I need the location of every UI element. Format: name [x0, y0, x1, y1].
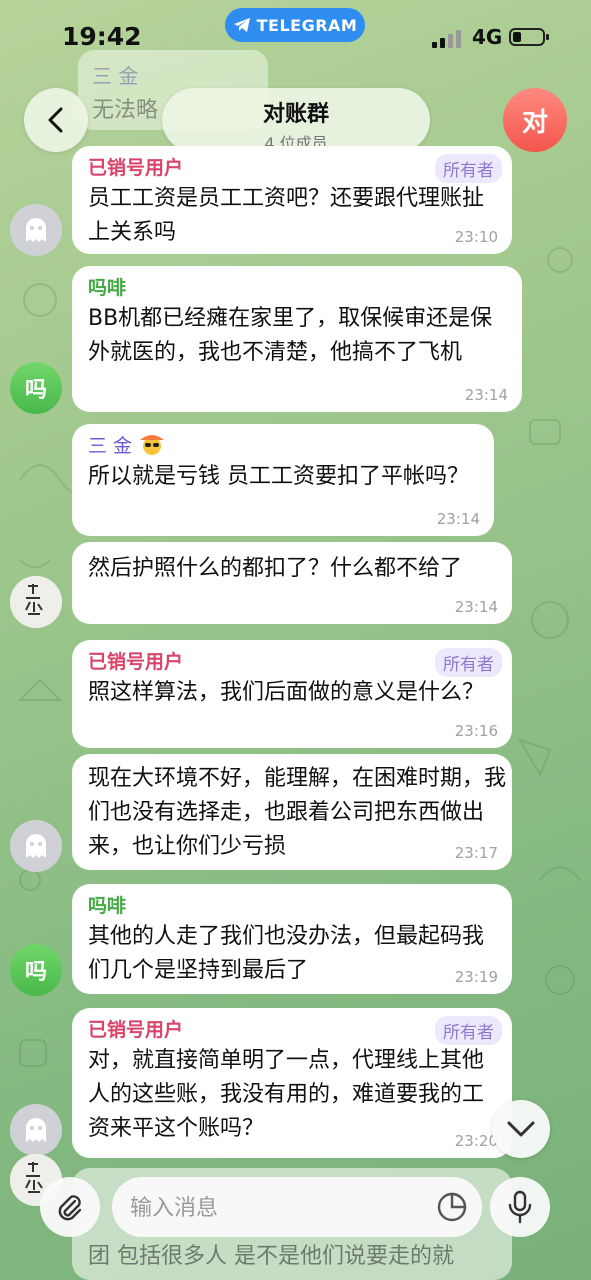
message-text: 对，就直接简单明了一点，代理线上其他人的这些账，我没有用的，难道要我的工资来平这… [88, 1048, 485, 1141]
message-time: 23:14 [436, 510, 480, 528]
scroll-down-button[interactable] [492, 1100, 550, 1158]
message-time: 23:20 [454, 1132, 498, 1150]
back-button[interactable] [24, 88, 88, 152]
message-time: 23:16 [454, 722, 498, 740]
telegram-icon [233, 18, 250, 32]
user-avatar[interactable] [10, 820, 62, 872]
sunglasses-emoji-icon [138, 432, 166, 456]
faded-message-text: 无法略 [92, 98, 159, 123]
paperclip-icon [58, 1195, 82, 1221]
message-time: 23:10 [454, 228, 498, 246]
user-avatar[interactable] [10, 204, 62, 256]
calligraphy-avatar-icon [10, 576, 62, 628]
battery-icon [509, 28, 549, 46]
sender-name: 吗啡 [88, 277, 127, 299]
telegram-pill-label: TELEGRAM [256, 15, 358, 35]
message-bubble[interactable]: 三 金 所以就是亏钱 员工工资要扣了平帐吗？ 23:14 [72, 424, 494, 536]
message-text: BB机都已经瘫在家里了，取保候审还是保外就医的，我也不清楚，他搞不了飞机 [88, 306, 493, 365]
user-avatar[interactable] [10, 576, 62, 628]
role-badge: 所有者 [435, 1016, 502, 1045]
user-avatar[interactable] [10, 1104, 62, 1156]
chevron-left-icon [48, 107, 63, 133]
signal-icon [432, 30, 461, 48]
microphone-icon [508, 1190, 532, 1224]
chevron-down-icon [507, 1121, 535, 1137]
user-avatar[interactable]: 吗 [10, 362, 62, 414]
ghost-icon [26, 218, 46, 242]
message-bubble[interactable]: 已销号用户 所有者 照这样算法，我们后面做的意义是什么？ 23:16 [72, 640, 512, 748]
message-text: 然后护照什么的都扣了？什么都不给了 [88, 556, 463, 581]
message-input-container[interactable] [112, 1177, 482, 1237]
message-input[interactable] [128, 1189, 422, 1227]
message-bubble[interactable]: 吗啡 其他的人走了我们也没办法，但最起码我们几个是坚持到最后了 23:19 [72, 884, 512, 994]
ghost-icon [26, 1118, 46, 1142]
attach-button[interactable] [40, 1177, 100, 1237]
status-bar: 19:42 TELEGRAM 4G [0, 0, 591, 80]
message-time: 23:17 [454, 844, 498, 862]
sender-name: 三 金 [88, 432, 478, 460]
message-bubble[interactable]: 已销号用户 所有者 员工工资是员工工资吧？还要跟代理账扯上关系吗 23:10 [72, 146, 512, 254]
sticker-icon[interactable] [436, 1191, 468, 1223]
message-bubble[interactable]: 然后护照什么的都扣了？什么都不给了 23:14 [72, 542, 512, 624]
message-time: 23:14 [464, 386, 508, 404]
sender-name-text: 三 金 [88, 435, 133, 457]
message-time: 23:19 [454, 968, 498, 986]
message-bubble[interactable]: 已销号用户 所有者 对，就直接简单明了一点，代理线上其他人的这些账，我没有用的，… [72, 1008, 512, 1158]
chat-title[interactable]: 对账群 4 位成员 [162, 88, 430, 153]
ghost-icon [26, 834, 46, 858]
message-time: 23:14 [454, 598, 498, 616]
message-bubble[interactable]: 现在大环境不好，能理解，在困难时期，我们也没有选择走，也跟着公司把东西做出来，也… [72, 754, 512, 870]
sender-name: 吗啡 [88, 895, 127, 917]
message-text: 其他的人走了我们也没办法，但最起码我们几个是坚持到最后了 [88, 924, 485, 983]
message-text: 现在大环境不好，能理解，在困难时期，我们也没有选择走，也跟着公司把东西做出来，也… [88, 766, 507, 859]
partial-message-text: 团 包括很多人 是不是他们说要走的就 [88, 1244, 454, 1269]
network-type: 4G [472, 25, 503, 49]
message-text: 员工工资是员工工资吧？还要跟代理账扯上关系吗 [88, 186, 485, 245]
telegram-pill[interactable]: TELEGRAM [225, 8, 365, 42]
user-avatar[interactable]: 吗 [10, 944, 62, 996]
role-badge: 所有者 [435, 154, 502, 183]
message-text: 所以就是亏钱 员工工资要扣了平帐吗？ [88, 464, 469, 489]
status-time: 19:42 [62, 22, 142, 51]
chat-name: 对账群 [262, 102, 329, 127]
message-text: 照这样算法，我们后面做的意义是什么？ [88, 680, 485, 705]
group-avatar[interactable]: 对 [503, 88, 567, 152]
role-badge: 所有者 [435, 648, 502, 677]
voice-message-button[interactable] [490, 1177, 550, 1237]
message-bubble[interactable]: 吗啡 BB机都已经瘫在家里了，取保候审还是保外就医的，我也不清楚，他搞不了飞机 … [72, 266, 522, 412]
